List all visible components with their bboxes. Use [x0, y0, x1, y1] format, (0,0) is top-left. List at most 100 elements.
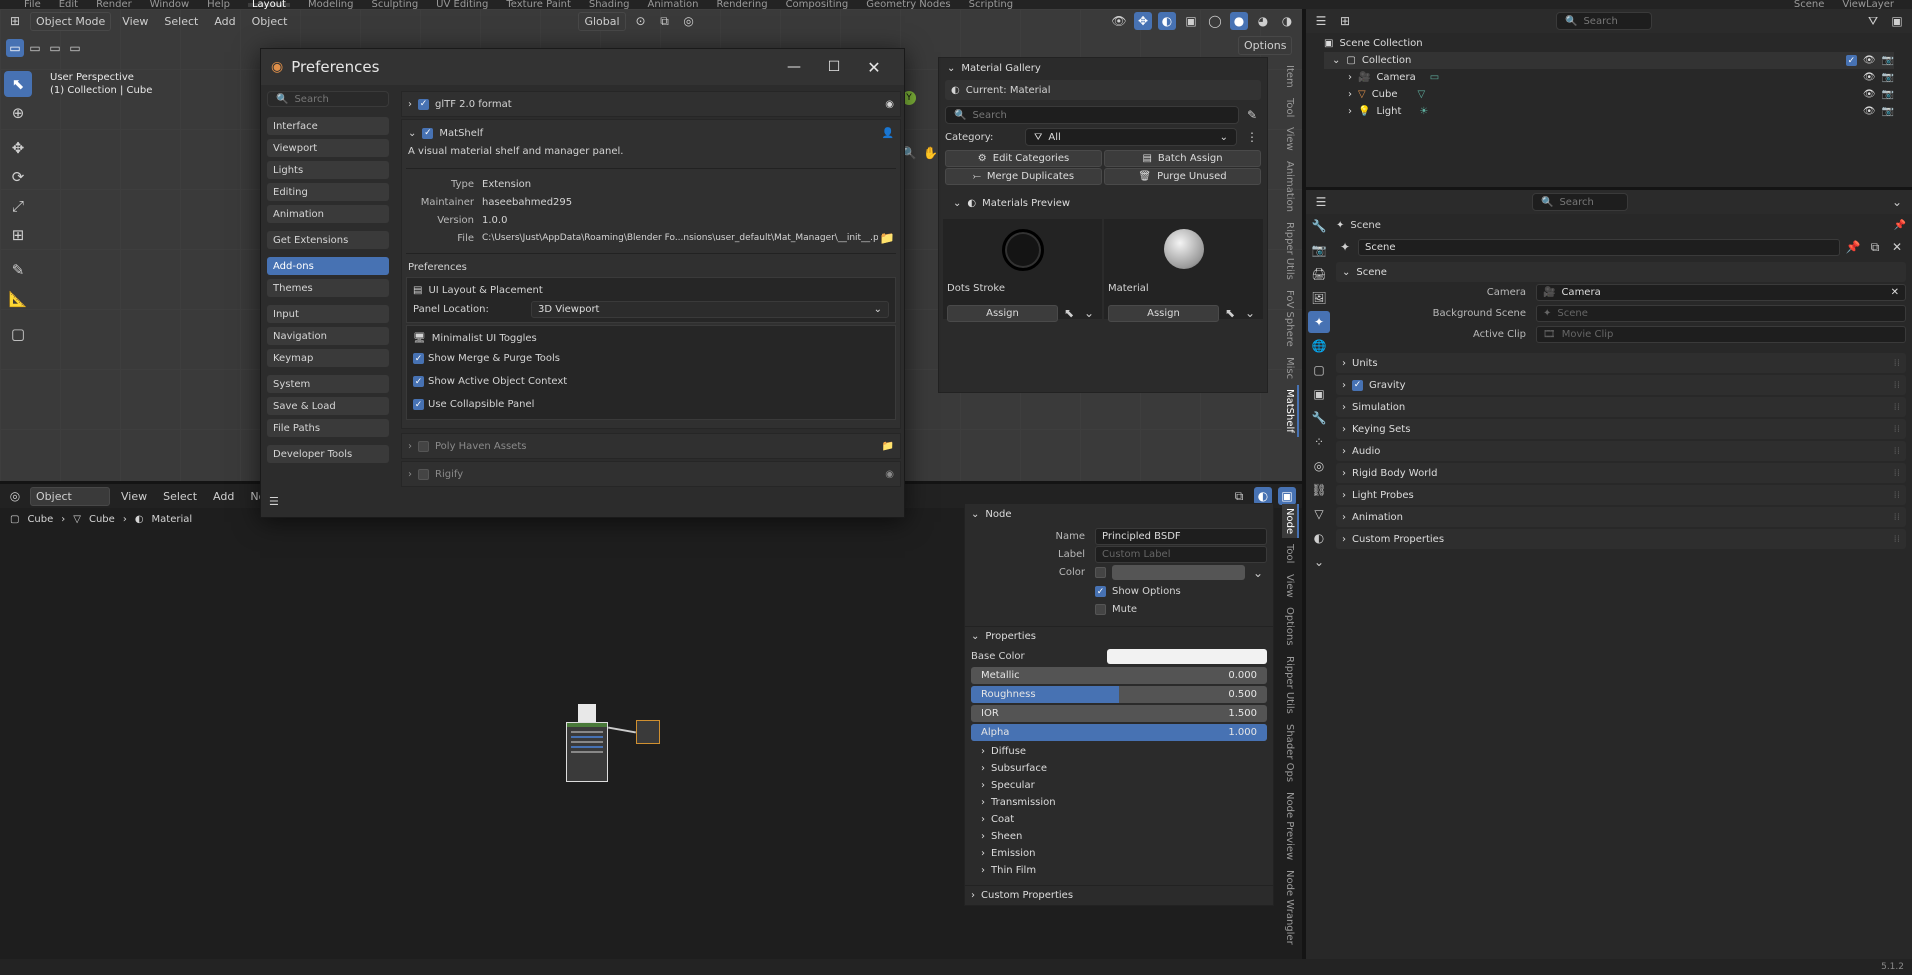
- slider-ior[interactable]: IOR 1.500: [971, 705, 1267, 722]
- dropdown-chevron-icon[interactable]: ⌄: [1080, 304, 1098, 322]
- viewport-menu-add[interactable]: Add: [209, 13, 240, 30]
- render-tab-icon[interactable]: 📷: [1308, 239, 1330, 261]
- node-name-field[interactable]: Principled BSDF: [1095, 528, 1267, 545]
- edit-categories-button[interactable]: ⚙ Edit Categories: [945, 150, 1102, 167]
- outliner-search-input[interactable]: 🔍 Search: [1556, 12, 1652, 30]
- editor-type-icon[interactable]: ◎: [6, 487, 24, 505]
- scene-tab-icon[interactable]: ✦: [1308, 311, 1330, 333]
- node-menu-add[interactable]: Add: [208, 488, 239, 505]
- nav-item-navigation[interactable]: Navigation: [267, 327, 389, 345]
- tab-fov-sphere[interactable]: FoV Sphere: [1282, 286, 1297, 351]
- custom-properties-header[interactable]: › Custom Properties: [965, 885, 1273, 905]
- nav-item-themes[interactable]: Themes: [267, 279, 389, 297]
- delete-icon[interactable]: ✕: [1888, 238, 1906, 256]
- nav-item-animation[interactable]: Animation: [267, 205, 389, 223]
- background-scene-field[interactable]: ✦ Scene: [1536, 305, 1906, 322]
- workspace-tab-uv-editing[interactable]: UV Editing: [436, 0, 488, 9]
- nav-item-keymap[interactable]: Keymap: [267, 349, 389, 367]
- outliner-collection[interactable]: ⌄ ▢ Collection ✓ 👁 📷: [1324, 52, 1894, 69]
- particles-tab-icon[interactable]: ⁘: [1308, 431, 1330, 453]
- section-units[interactable]: › Units ⁞⁞: [1336, 353, 1906, 373]
- nav-item-lights[interactable]: Lights: [267, 161, 389, 179]
- data-tab-icon[interactable]: ▽: [1308, 503, 1330, 525]
- scene-section-header[interactable]: ⌄ Scene: [1336, 262, 1906, 282]
- tab-node-wrangler[interactable]: Node Wrangler: [1282, 866, 1297, 949]
- workspace-tab-modeling[interactable]: Modeling: [308, 0, 354, 9]
- mode-dropdown[interactable]: Object Mode: [30, 11, 112, 31]
- orientation-dropdown[interactable]: Global: [578, 11, 626, 31]
- minimize-icon[interactable]: —: [774, 59, 814, 75]
- select-pointer-icon[interactable]: ⬉: [1221, 304, 1239, 322]
- visibility-icon[interactable]: 👁: [1110, 12, 1128, 30]
- outliner-scene-collection[interactable]: ▣ Scene Collection: [1324, 35, 1894, 52]
- dropdown-chevron-icon[interactable]: ⌄: [1888, 193, 1906, 211]
- principled-bsdf-node[interactable]: [566, 722, 608, 782]
- overlay-icon[interactable]: ◐: [1158, 12, 1176, 30]
- addon-enable-checkbox[interactable]: [418, 440, 429, 452]
- materials-preview-header[interactable]: ⌄ ◐ Materials Preview: [945, 193, 1261, 213]
- eyedropper-icon[interactable]: ✎: [1243, 106, 1261, 124]
- node-label-field[interactable]: Custom Label: [1095, 546, 1267, 563]
- tab-node-preview[interactable]: Node Preview: [1282, 788, 1297, 864]
- object-tab-icon[interactable]: ▣: [1308, 383, 1330, 405]
- editor-type-icon[interactable]: ⊞: [6, 12, 24, 30]
- shader-type-dropdown[interactable]: Object: [30, 486, 110, 506]
- select-extend-icon[interactable]: ▭: [26, 39, 44, 57]
- subsection-specular[interactable]: › Specular: [965, 777, 1273, 794]
- shading-material-icon[interactable]: ◕: [1254, 12, 1272, 30]
- camera-render-icon[interactable]: 📷: [1882, 106, 1894, 117]
- tab-misc[interactable]: Misc: [1282, 353, 1297, 383]
- clear-icon[interactable]: ✕: [1891, 287, 1899, 298]
- active-clip-field[interactable]: 🎞 Movie Clip: [1536, 326, 1906, 343]
- addon-enable-checkbox[interactable]: ✓: [418, 98, 429, 110]
- section-light-probes[interactable]: › Light Probes ⁞⁞: [1336, 485, 1906, 505]
- drag-handle-icon[interactable]: ⁞⁞: [1894, 446, 1900, 457]
- subsection-subsurface[interactable]: › Subsurface: [965, 760, 1273, 777]
- properties-search-input[interactable]: 🔍 Search: [1532, 193, 1628, 211]
- scene-browse-icon[interactable]: ✦: [1336, 238, 1354, 256]
- drag-handle-icon[interactable]: ⁞⁞: [1894, 490, 1900, 501]
- material-card[interactable]: Material Assign ⬉ ⌄: [1104, 219, 1263, 322]
- proportional-icon[interactable]: ◎: [680, 12, 698, 30]
- tab-tool[interactable]: Tool: [1282, 94, 1297, 121]
- gallery-search-input[interactable]: 🔍 Search: [945, 106, 1239, 124]
- cursor-tool-icon[interactable]: ⊕: [4, 100, 32, 126]
- transform-tool-icon[interactable]: ⊞: [4, 222, 32, 248]
- dropdown-chevron-icon[interactable]: ⌄: [1241, 304, 1259, 322]
- addon-gltf[interactable]: › ✓ glTF 2.0 format ◉: [401, 91, 901, 117]
- tab-shader-ops[interactable]: Shader Ops: [1282, 720, 1297, 786]
- texture-tab-icon[interactable]: ⌄: [1308, 551, 1330, 573]
- outliner-item-camera[interactable]: › 🎥 Camera ▭ 👁 📷: [1324, 69, 1894, 86]
- tool-tab-icon[interactable]: 🔧: [1308, 215, 1330, 237]
- filter-icon[interactable]: ⛛: [1864, 12, 1882, 30]
- menu-render[interactable]: Render: [96, 0, 132, 9]
- section-rigid-body-world[interactable]: › Rigid Body World ⁞⁞: [1336, 463, 1906, 483]
- material-gallery-header[interactable]: ⌄ Material Gallery: [939, 58, 1267, 78]
- drag-handle-icon[interactable]: ⁞⁞: [1894, 380, 1900, 391]
- nav-item-add-ons[interactable]: Add-ons: [267, 257, 389, 275]
- base-color-swatch[interactable]: [1107, 649, 1267, 664]
- outliner-item-light[interactable]: › 💡 Light ☀ 👁 📷: [1324, 103, 1894, 120]
- close-icon[interactable]: ✕: [854, 58, 894, 77]
- addon-enable-checkbox[interactable]: ✓: [422, 127, 434, 139]
- show-options-checkbox[interactable]: ✓: [1095, 586, 1106, 597]
- constraints-tab-icon[interactable]: ⛓: [1308, 479, 1330, 501]
- snap-icon[interactable]: ⧉: [656, 12, 674, 30]
- shading-wire-icon[interactable]: ◯: [1206, 12, 1224, 30]
- workspace-tab-geometry-nodes[interactable]: Geometry Nodes: [866, 0, 950, 9]
- workspace-tab-layout[interactable]: Layout: [247, 0, 290, 9]
- nav-item-viewport[interactable]: Viewport: [267, 139, 389, 157]
- tab-options[interactable]: Options: [1282, 603, 1297, 650]
- nav-item-input[interactable]: Input: [267, 305, 389, 323]
- drag-handle-icon[interactable]: ⁞⁞: [1894, 534, 1900, 545]
- maximize-icon[interactable]: ☐: [814, 59, 854, 75]
- node-menu-view[interactable]: View: [116, 488, 152, 505]
- assign-button[interactable]: Assign: [947, 304, 1058, 322]
- tab-animation[interactable]: Animation: [1282, 157, 1297, 216]
- camera-render-icon[interactable]: 📷: [1882, 55, 1894, 66]
- menu-window[interactable]: Window: [150, 0, 189, 9]
- section-animation[interactable]: › Animation ⁞⁞: [1336, 507, 1906, 527]
- workspace-tab-texture-paint[interactable]: Texture Paint: [506, 0, 571, 9]
- toggle-checkbox[interactable]: ✓: [413, 399, 424, 410]
- camera-field[interactable]: 🎥 Camera ✕: [1536, 284, 1906, 301]
